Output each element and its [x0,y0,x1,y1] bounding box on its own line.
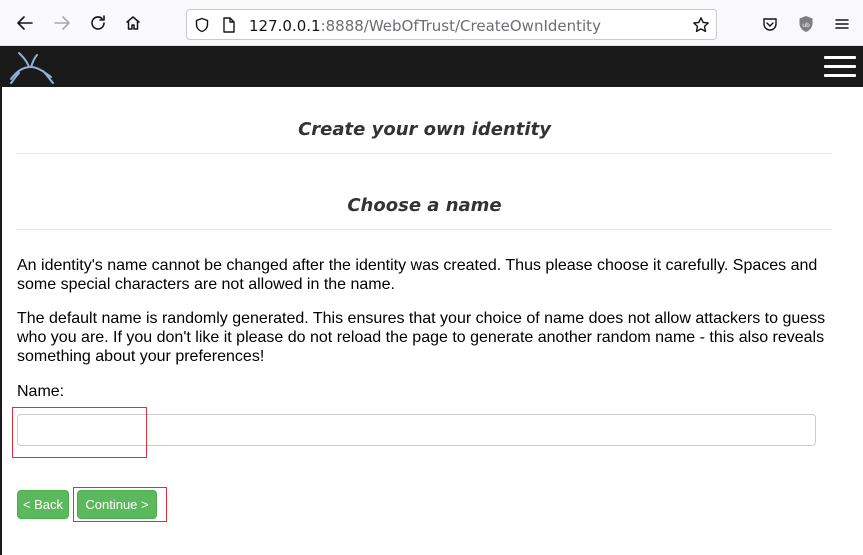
address-bar[interactable]: 127.0.0.1:8888/WebOfTrust/CreateOwnIdent… [186,9,717,40]
svg-text:ub: ub [802,22,810,29]
hamburger-icon[interactable] [824,56,856,78]
url-text: 127.0.0.1:8888/WebOfTrust/CreateOwnIdent… [249,17,601,35]
random-name-paragraph: The default name is randomly generated. … [17,310,826,365]
browser-toolbar: 127.0.0.1:8888/WebOfTrust/CreateOwnIdent… [0,0,863,46]
url-host: 127.0.0.1 [249,17,321,35]
ublock-icon[interactable]: ub [796,14,816,34]
pocket-icon[interactable] [760,14,780,34]
rabbit-logo[interactable] [7,49,57,85]
name-warning-paragraph: An identity's name cannot be changed aft… [17,257,818,293]
back-button[interactable]: < Back [17,490,69,519]
reload-icon[interactable] [84,9,112,37]
annotation-box-name [12,407,147,458]
app-header [0,46,863,87]
shield-icon[interactable] [193,16,211,34]
annotation-box-continue [73,487,167,522]
page-edge [0,46,2,555]
section-divider [17,229,832,230]
name-label: Name: [17,383,65,400]
page-title: Create your own identity [298,119,551,140]
menu-icon[interactable] [832,14,852,34]
url-path: :8888/WebOfTrust/CreateOwnIdentity [320,17,601,35]
page-icon[interactable] [220,16,238,34]
star-icon[interactable] [692,16,710,34]
section-title: Choose a name [347,195,502,216]
home-icon[interactable] [119,9,147,37]
title-divider [17,153,832,154]
back-arrow-icon[interactable] [11,9,39,37]
forward-arrow-icon[interactable] [48,9,76,37]
